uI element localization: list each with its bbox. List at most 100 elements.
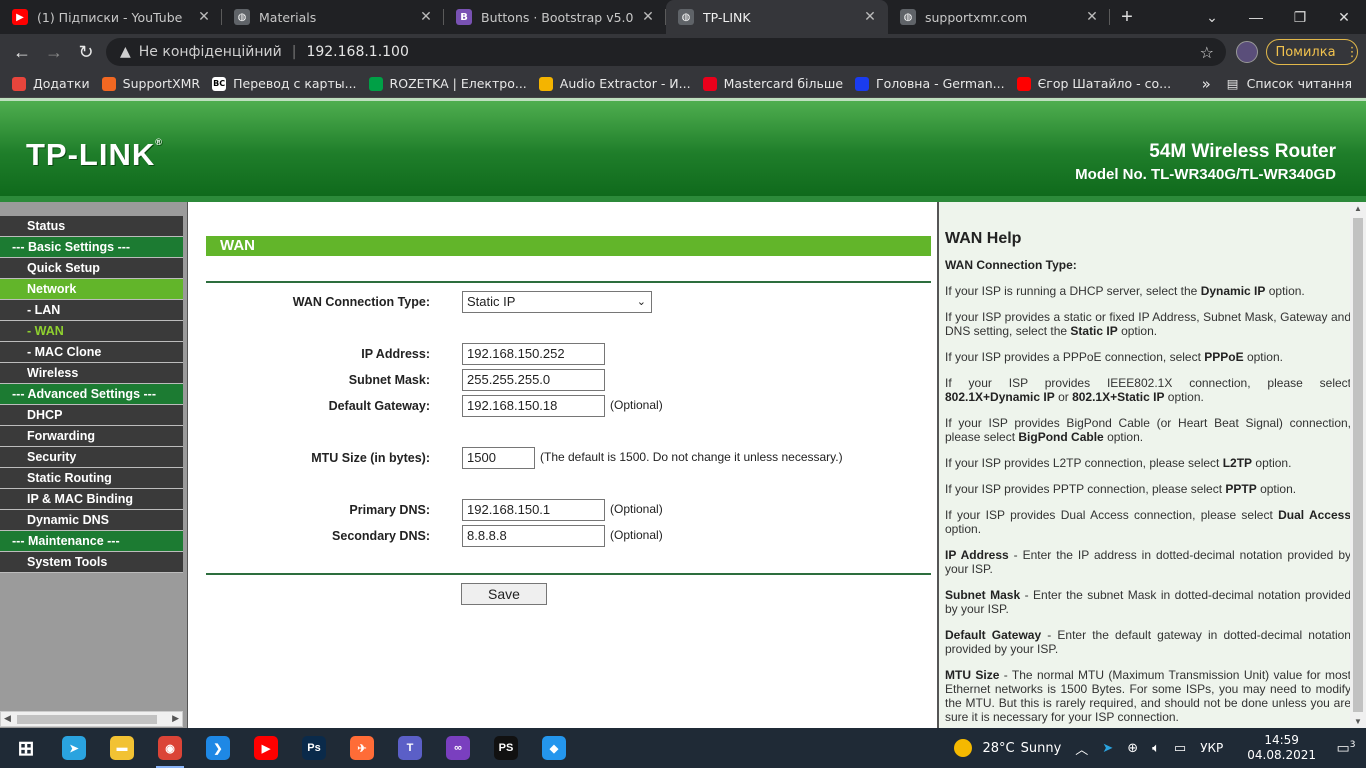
- globe-icon: ◍: [234, 9, 250, 25]
- telegram-icon[interactable]: ➤: [50, 728, 98, 768]
- phpstorm-icon[interactable]: PS: [482, 728, 530, 768]
- menu-item[interactable]: - MAC Clone: [0, 342, 183, 363]
- menu-item[interactable]: Security: [0, 447, 183, 468]
- close-window-button[interactable]: ✕: [1322, 9, 1366, 26]
- weather-desc[interactable]: Sunny: [1021, 741, 1062, 756]
- wan-type-value: Static IP: [467, 294, 516, 309]
- menu-item[interactable]: DHCP: [0, 405, 183, 426]
- visual-studio-icon-glyph: ∞: [446, 736, 470, 760]
- menu-item[interactable]: IP & MAC Binding: [0, 489, 183, 510]
- browser-tab[interactable]: ▶ (1) Підписки - YouTube ✕: [0, 0, 222, 34]
- scrollbar-thumb[interactable]: [1353, 218, 1363, 712]
- ip-address-input[interactable]: 192.168.150.252: [462, 343, 605, 365]
- gateway-label: Default Gateway:: [328, 399, 430, 413]
- start-button[interactable]: ⊞: [2, 728, 50, 768]
- more-menu-icon[interactable]: ⋮: [1346, 45, 1359, 60]
- menu-item[interactable]: System Tools: [0, 552, 183, 573]
- menu-item[interactable]: Static Routing: [0, 468, 183, 489]
- telegram-tray-icon[interactable]: ➤: [1102, 741, 1113, 756]
- bookmark-item[interactable]: SupportXMR: [101, 76, 200, 91]
- mtu-input[interactable]: 1500: [462, 447, 535, 469]
- menu-item[interactable]: Quick Setup: [0, 258, 183, 279]
- tab-search-icon[interactable]: ⌄: [1190, 9, 1234, 26]
- close-tab-icon[interactable]: ✕: [196, 9, 212, 25]
- address-toolbar: ← → ↻ ▲ Не конфіденційний | 192.168.1.10…: [0, 34, 1366, 70]
- bookmark-item[interactable]: BC Перевод с карты...: [212, 76, 357, 91]
- tray-expand-icon[interactable]: ︿: [1075, 739, 1088, 758]
- scroll-left-icon[interactable]: ◀: [4, 713, 11, 724]
- bookmark-item[interactable]: Головна - German...: [855, 76, 1005, 91]
- menu-item[interactable]: Wireless: [0, 363, 183, 384]
- subnet-mask-input[interactable]: 255.255.255.0: [462, 369, 605, 391]
- close-tab-icon[interactable]: ✕: [1084, 9, 1100, 25]
- restore-button[interactable]: ❐: [1278, 9, 1322, 26]
- bookmark-item[interactable]: ROZETKA | Електро...: [368, 76, 527, 91]
- close-tab-icon[interactable]: ✕: [418, 9, 434, 25]
- vscode-icon[interactable]: ❯: [194, 728, 242, 768]
- reload-icon[interactable]: ↻: [70, 42, 102, 63]
- error-button[interactable]: Помилка ⋮: [1266, 39, 1359, 65]
- primary-dns-optional-note: (Optional): [610, 502, 663, 516]
- photoshop-icon[interactable]: Ps: [290, 728, 338, 768]
- ip-address-label: IP Address:: [361, 347, 430, 361]
- bookmark-item[interactable]: Audio Extractor - И...: [538, 76, 691, 91]
- reading-list-icon[interactable]: ▤: [1227, 76, 1239, 91]
- close-tab-icon[interactable]: ✕: [640, 9, 656, 25]
- youtube-icon[interactable]: ▶: [242, 728, 290, 768]
- gateway-input[interactable]: 192.168.150.18: [462, 395, 605, 417]
- browser-tab[interactable]: B Buttons · Bootstrap v5.0 ✕: [444, 0, 666, 34]
- help-subtitle: WAN Connection Type:: [945, 258, 1077, 272]
- back-icon[interactable]: ←: [6, 42, 38, 63]
- scroll-down-icon[interactable]: ▼: [1354, 717, 1362, 726]
- bookmark-item[interactable]: Єгор Шатайло - со...: [1016, 76, 1171, 91]
- notification-center-icon[interactable]: ▭3: [1326, 740, 1366, 757]
- sidebar-horizontal-scrollbar[interactable]: ◀ ▶: [0, 711, 183, 727]
- bookmark-star-icon[interactable]: ☆: [1200, 43, 1214, 62]
- wan-type-select[interactable]: Static IP ⌄: [462, 291, 652, 313]
- primary-dns-input[interactable]: 192.168.150.1: [462, 499, 605, 521]
- security-label[interactable]: Не конфіденційний: [139, 44, 282, 60]
- bookmark-item[interactable]: Додатки: [12, 76, 90, 91]
- save-button[interactable]: Save: [461, 583, 547, 605]
- menu-item[interactable]: Network: [0, 279, 183, 300]
- menu-item[interactable]: - LAN: [0, 300, 183, 321]
- postman-icon[interactable]: ✈: [338, 728, 386, 768]
- globe-icon: ◍: [900, 9, 916, 25]
- help-vertical-scrollbar[interactable]: ▲ ▼: [1350, 202, 1366, 728]
- profile-avatar[interactable]: [1236, 41, 1258, 63]
- reading-list-label[interactable]: Список читання: [1247, 76, 1352, 91]
- weather-temp[interactable]: 28°C: [982, 741, 1014, 756]
- volume-icon[interactable]: 🔈︎: [1152, 741, 1160, 756]
- menu-item[interactable]: Forwarding: [0, 426, 183, 447]
- url-text[interactable]: 192.168.1.100: [306, 44, 408, 60]
- bookmark-item[interactable]: Mastercard більше: [702, 76, 843, 91]
- weather-sun-icon[interactable]: [954, 739, 973, 757]
- scroll-right-icon[interactable]: ▶: [172, 713, 179, 724]
- menu-item[interactable]: - WAN: [0, 321, 183, 342]
- network-icon[interactable]: ⊕: [1127, 741, 1138, 756]
- new-tab-button[interactable]: +: [1110, 6, 1144, 29]
- browser-tab[interactable]: ◍ TP-LINK ✕: [666, 0, 888, 34]
- language-indicator[interactable]: УКР: [1200, 741, 1223, 755]
- file-explorer-icon[interactable]: ▬: [98, 728, 146, 768]
- docker-icon[interactable]: ◆: [530, 728, 578, 768]
- menu-item[interactable]: Status: [0, 216, 183, 237]
- scrollbar-thumb[interactable]: [17, 715, 157, 724]
- teams-icon[interactable]: T: [386, 728, 434, 768]
- warning-icon[interactable]: ▲: [120, 44, 131, 60]
- tab-title: (1) Підписки - YouTube: [37, 9, 183, 25]
- visual-studio-icon[interactable]: ∞: [434, 728, 482, 768]
- clock[interactable]: 14:59 04.08.2021: [1247, 733, 1316, 763]
- chrome-icon[interactable]: ◉: [146, 728, 194, 768]
- more-bookmarks-icon[interactable]: »: [1202, 75, 1211, 93]
- battery-icon[interactable]: ▭: [1174, 741, 1186, 756]
- browser-tab[interactable]: ◍ Materials ✕: [222, 0, 444, 34]
- scroll-up-icon[interactable]: ▲: [1354, 204, 1362, 213]
- close-tab-icon[interactable]: ✕: [862, 9, 878, 25]
- omnibox[interactable]: ▲ Не конфіденційний | 192.168.1.100 ☆: [106, 38, 1226, 66]
- minimize-button[interactable]: —: [1234, 9, 1278, 25]
- menu-item[interactable]: Dynamic DNS: [0, 510, 183, 531]
- secondary-dns-input[interactable]: 8.8.8.8: [462, 525, 605, 547]
- forward-icon[interactable]: →: [38, 42, 70, 63]
- browser-tab[interactable]: ◍ supportxmr.com ✕: [888, 0, 1110, 34]
